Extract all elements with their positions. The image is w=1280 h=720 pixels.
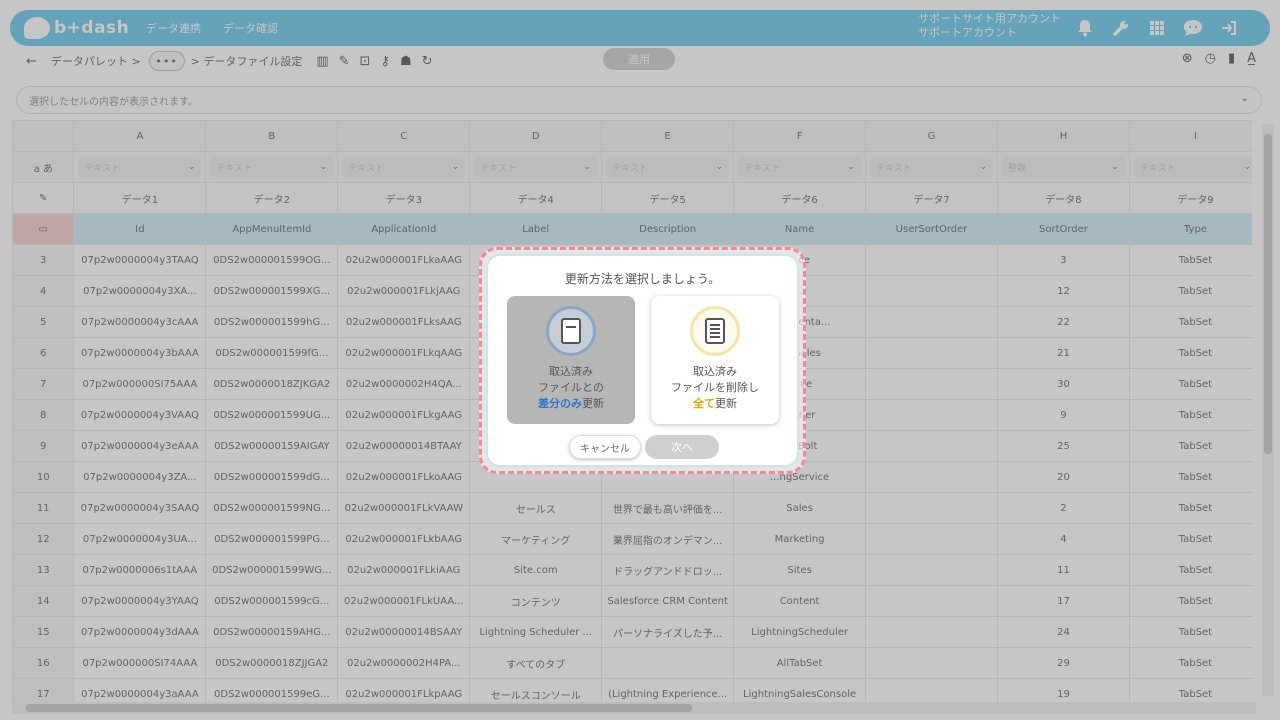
- opt1-highlight: 差分のみ: [538, 397, 582, 410]
- option-full-update[interactable]: 取込済み ファイルを削除し 全て更新: [651, 296, 779, 424]
- opt2-highlight: 全て: [693, 397, 715, 410]
- dialog-body: 更新方法を選択しましょう。 取込済み ファイルとの 差分のみ更新 取込済み ファ…: [486, 254, 799, 467]
- opt1-line1: 取込済み: [549, 365, 593, 378]
- option-diff-update[interactable]: 取込済み ファイルとの 差分のみ更新: [507, 296, 635, 424]
- document-lines-icon: [690, 306, 740, 356]
- update-method-dialog: 更新方法を選択しましょう。 取込済み ファイルとの 差分のみ更新 取込済み ファ…: [479, 247, 806, 474]
- opt1-tail: 更新: [582, 397, 604, 410]
- opt2-line3: 全て更新: [651, 396, 779, 412]
- cancel-button[interactable]: キャンセル: [569, 435, 641, 459]
- opt2-line2: ファイルを削除し: [671, 381, 759, 394]
- opt1-line3: 差分のみ更新: [507, 396, 635, 412]
- opt2-line1: 取込済み: [693, 365, 737, 378]
- opt2-tail: 更新: [715, 397, 737, 410]
- opt1-line2: ファイルとの: [538, 381, 604, 394]
- document-icon: [546, 306, 596, 356]
- dialog-title: 更新方法を選択しましょう。: [564, 272, 721, 286]
- next-button[interactable]: 次へ: [645, 435, 719, 459]
